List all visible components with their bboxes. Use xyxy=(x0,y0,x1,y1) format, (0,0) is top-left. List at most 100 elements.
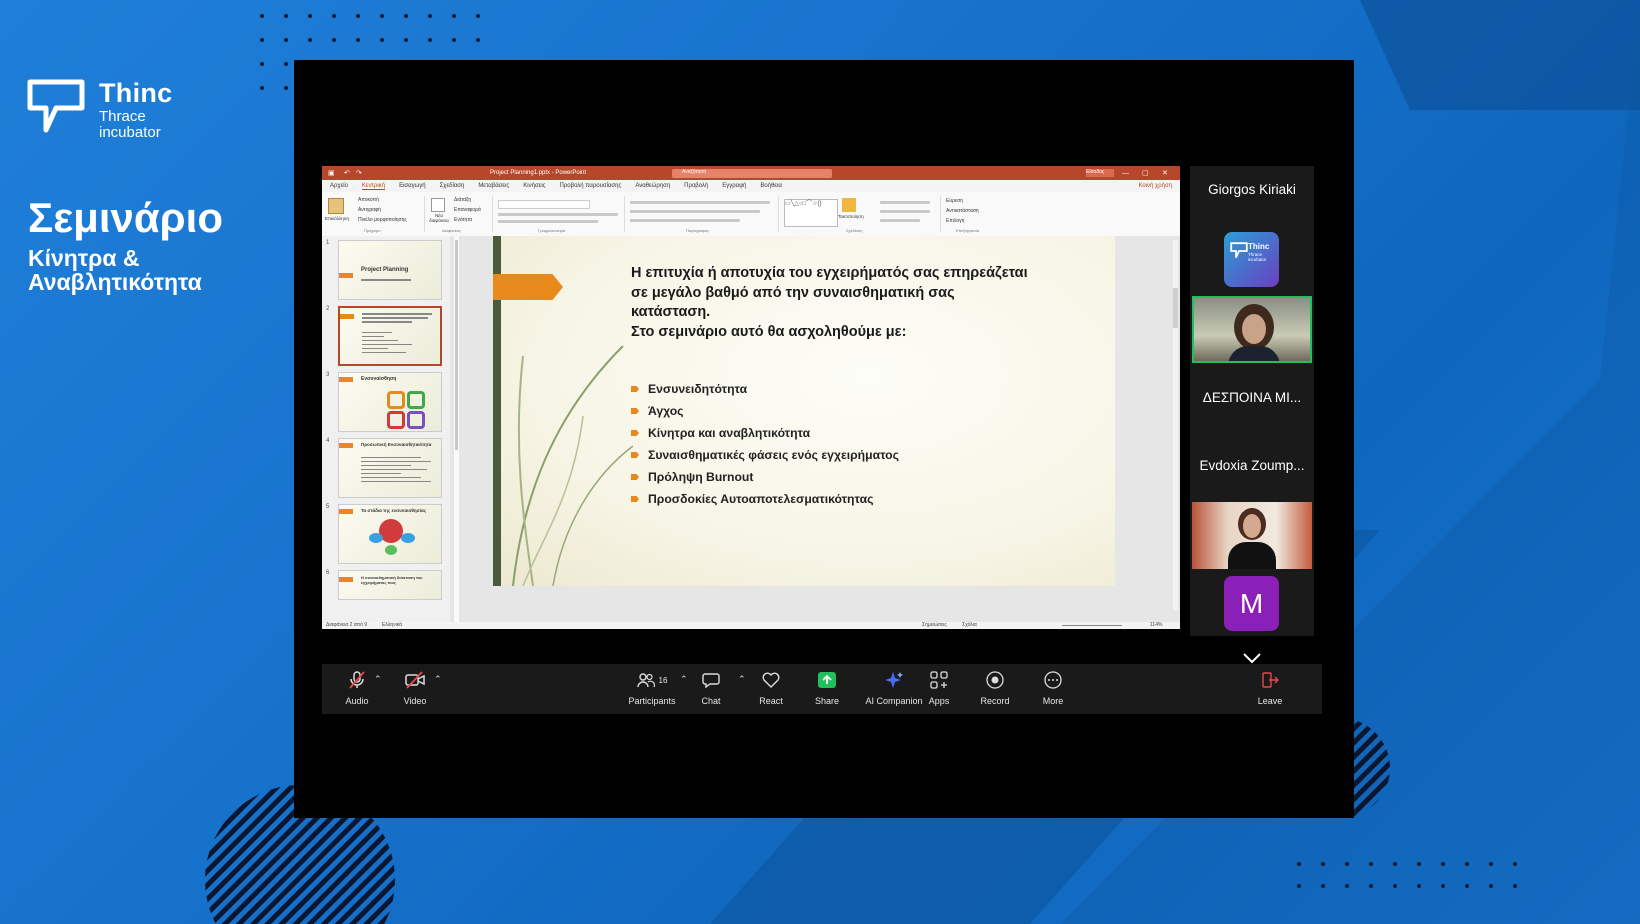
share-ppt-button[interactable]: Κοινή χρήση xyxy=(1138,183,1172,189)
share-screen-icon xyxy=(818,672,836,688)
slide-thumbnail-3[interactable]: Ενσυναίσθηση xyxy=(338,372,442,432)
redo-icon[interactable]: ↷ xyxy=(356,169,362,177)
participant-video[interactable] xyxy=(1192,502,1312,569)
paste-icon[interactable] xyxy=(328,198,344,214)
leave-button[interactable]: Leave xyxy=(1250,670,1290,706)
chevron-down-icon[interactable] xyxy=(1242,652,1262,664)
slide-thumbnail-4[interactable]: Προσωπική Ενσυναισθητικότητα xyxy=(338,438,442,498)
select-button[interactable]: Επιλογή xyxy=(946,218,964,224)
section-button[interactable]: Ενότητα xyxy=(454,217,472,223)
list-item: Πρόληψη Burnout xyxy=(631,466,899,488)
heart-icon xyxy=(762,672,780,688)
menu-design[interactable]: Σχεδίαση xyxy=(440,183,465,189)
grass-decoration xyxy=(512,345,633,586)
slide-thumbnails: 1 Project Planning 2 3 Ενσυναίσθηση 4 Πρ… xyxy=(322,236,450,622)
brand-subtitle: Thrace incubator xyxy=(99,108,161,141)
menu-record[interactable]: Εγγραφή xyxy=(722,183,746,189)
record-button[interactable]: Record xyxy=(970,670,1020,706)
cut-button[interactable]: Αποκοπή xyxy=(358,197,379,203)
ppt-menu-bar: Αρχείο Κεντρική Εισαγωγή Σχεδίαση Μεταβά… xyxy=(322,180,1180,192)
new-slide-icon[interactable] xyxy=(431,198,445,212)
arrange-label: Τακτοποίηση xyxy=(838,214,864,219)
video-button[interactable]: Video xyxy=(390,670,440,706)
participant-name: Giorgos Kiriaki xyxy=(1208,182,1296,197)
chat-icon xyxy=(702,673,720,688)
participants-button[interactable]: 16 Participants xyxy=(622,670,682,706)
ribbon-clipboard: Επικόλληση Αποκοπή Αντιγραφή Πινέλο μορφ… xyxy=(324,196,425,233)
comments-button[interactable]: Σχόλια xyxy=(962,622,977,628)
menu-file[interactable]: Αρχείο xyxy=(330,183,348,189)
format-painter-button[interactable]: Πινέλο μορφοποίησης xyxy=(358,217,407,223)
slide-scrollbar[interactable] xyxy=(1173,240,1178,610)
menu-review[interactable]: Αναθεώρηση xyxy=(635,183,670,189)
thumbnail-scrollbar[interactable] xyxy=(454,236,459,622)
thumb-number: 1 xyxy=(326,240,330,246)
arrange-icon[interactable] xyxy=(842,198,856,212)
avatar-logo-text: Thinc xyxy=(1248,242,1270,251)
minimize-icon[interactable]: — xyxy=(1122,170,1129,177)
participant-count: 16 xyxy=(658,675,668,685)
ribbon-drawing: ▭╲△○□⌒☆{} Τακτοποίηση Σχεδίαση xyxy=(780,196,941,233)
find-button[interactable]: Εύρεση xyxy=(946,198,963,204)
copy-button[interactable]: Αντιγραφή xyxy=(358,207,381,213)
react-button[interactable]: React xyxy=(746,670,796,706)
chat-options-chevron-icon[interactable]: ⌃ xyxy=(738,674,746,685)
thinc-logo-icon xyxy=(27,79,85,133)
thumb-number: 6 xyxy=(326,570,330,576)
undo-icon[interactable]: ↶ xyxy=(344,169,350,177)
menu-slideshow[interactable]: Προβολή παρουσίασης xyxy=(560,183,622,189)
slide-thumbnail-6[interactable]: Η συναισθηματική διάσταση του εγχειρήματ… xyxy=(338,570,442,600)
chat-button[interactable]: Chat xyxy=(686,670,736,706)
save-icon[interactable]: ▣ xyxy=(328,169,335,177)
slide-heading: Η επιτυχία ή αποτυχία του εγχειρήματός σ… xyxy=(631,265,1028,340)
participant-panel: Giorgos Kiriaki Thinc Thrace incubator Δ… xyxy=(1190,166,1314,664)
thumb-number: 2 xyxy=(326,306,330,312)
menu-view[interactable]: Προβολή xyxy=(684,183,708,189)
participant-avatar: Thinc Thrace incubator xyxy=(1224,232,1279,287)
sparkle-icon xyxy=(885,672,903,688)
avatar-logo-subtext: Thrace incubator xyxy=(1248,252,1267,262)
replace-button[interactable]: Αντικατάσταση xyxy=(946,208,979,214)
notes-button[interactable]: Σημειώσεις xyxy=(922,622,947,628)
close-icon[interactable]: ✕ xyxy=(1162,169,1168,177)
participant-video-active[interactable] xyxy=(1192,296,1312,363)
menu-insert[interactable]: Εισαγωγή xyxy=(399,183,426,189)
list-item: Ενσυνειδητότητα xyxy=(631,378,899,400)
slide-thumbnail-1[interactable]: Project Planning xyxy=(338,240,442,300)
menu-help[interactable]: Βοήθεια xyxy=(760,183,782,189)
signin-button[interactable]: Είσοδος xyxy=(1086,169,1114,177)
participants-icon xyxy=(636,673,655,688)
list-item: Προσδοκίες Αυτοαποτελεσματικότητας xyxy=(631,488,899,510)
thumb-title: Project Planning xyxy=(361,267,409,273)
list-item: Άγχος xyxy=(631,400,899,422)
maximize-icon[interactable]: ▢ xyxy=(1142,169,1149,177)
new-slide-label: Νέα διαφάνεια xyxy=(429,213,449,223)
menu-animations[interactable]: Κινήσεις xyxy=(523,183,545,189)
thinc-logo-icon xyxy=(1230,242,1248,258)
layout-button[interactable]: Διάταξη xyxy=(454,197,471,203)
ribbon-group-label: Πρόχειρο xyxy=(364,228,381,233)
audio-options-chevron-icon[interactable]: ⌃ xyxy=(374,674,382,685)
participant-name: ΔΕΣΠΟΙΝΑ ΜΙ... xyxy=(1202,390,1302,405)
ppt-window-title: Project Planning1.pptx - PowerPoint xyxy=(490,170,587,176)
apps-button[interactable]: Apps xyxy=(914,670,964,706)
menu-transitions[interactable]: Μεταβάσεις xyxy=(478,183,509,189)
thumb-title: Η συναισθηματική διάσταση του εγχειρήματ… xyxy=(361,575,423,585)
share-button[interactable]: Share xyxy=(802,670,852,706)
thumb-number: 5 xyxy=(326,504,330,510)
zoom-slider[interactable] xyxy=(1062,625,1122,626)
video-options-chevron-icon[interactable]: ⌃ xyxy=(434,674,442,685)
slide-thumbnail-5[interactable]: Τα στάδια της ενσυναισθησίας xyxy=(338,504,442,564)
reset-button[interactable]: Επαναφορά xyxy=(454,207,481,213)
shapes-gallery[interactable]: ▭╲△○□⌒☆{} xyxy=(784,199,838,227)
dots-bottom-right xyxy=(1297,862,1537,906)
ppt-search[interactable]: Αναζήτηση xyxy=(672,168,832,178)
ribbon-group-label: Επεξεργασία xyxy=(956,228,980,233)
menu-home[interactable]: Κεντρική xyxy=(361,183,386,190)
thumb-title: Προσωπική Ενσυναισθητικότητα xyxy=(361,442,432,447)
slide-thumbnail-2[interactable] xyxy=(338,306,442,366)
ribbon-slides: Νέα διαφάνεια Διάταξη Επαναφορά Ενότητα … xyxy=(426,196,493,233)
more-button[interactable]: More xyxy=(1028,670,1078,706)
zoom-level: 114% xyxy=(1150,622,1163,628)
ppt-status-bar: Διαφάνεια 2 από 9 Ελληνικά Σημειώσεις Σχ… xyxy=(322,622,1180,629)
